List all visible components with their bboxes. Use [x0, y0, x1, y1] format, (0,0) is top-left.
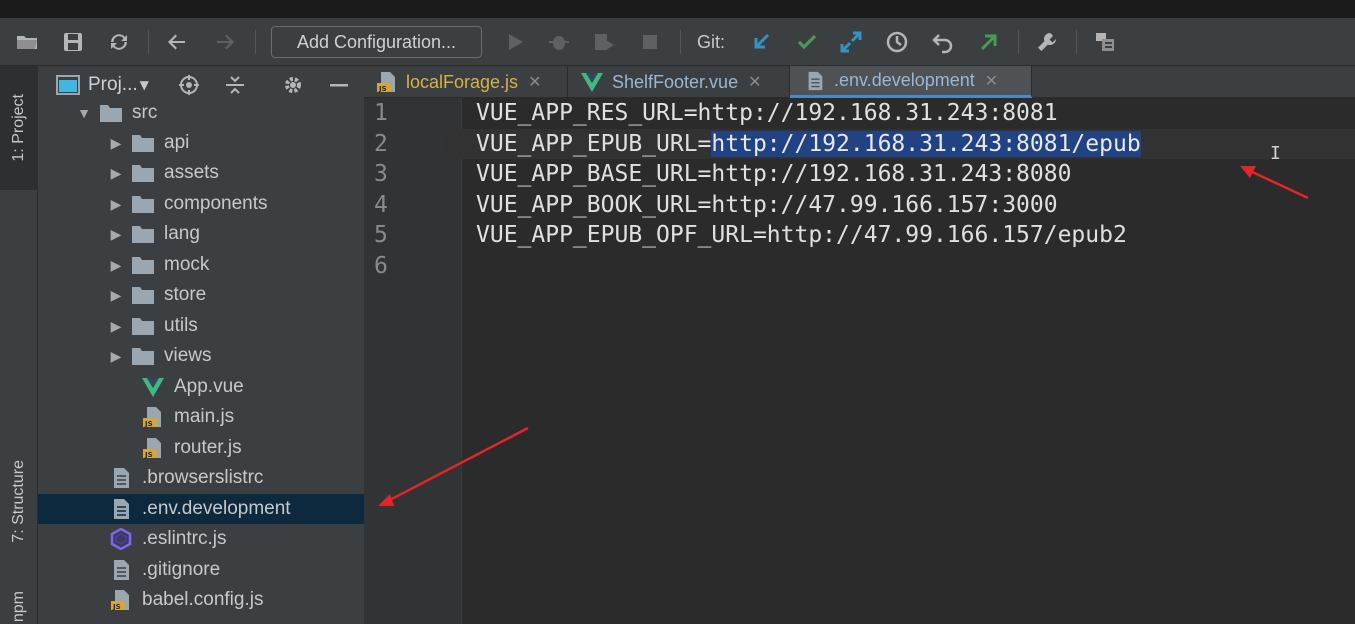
annotation-overlay — [378, 166, 1309, 506]
annotation-arrow — [1240, 166, 1309, 200]
annotation-arrow — [378, 426, 529, 506]
